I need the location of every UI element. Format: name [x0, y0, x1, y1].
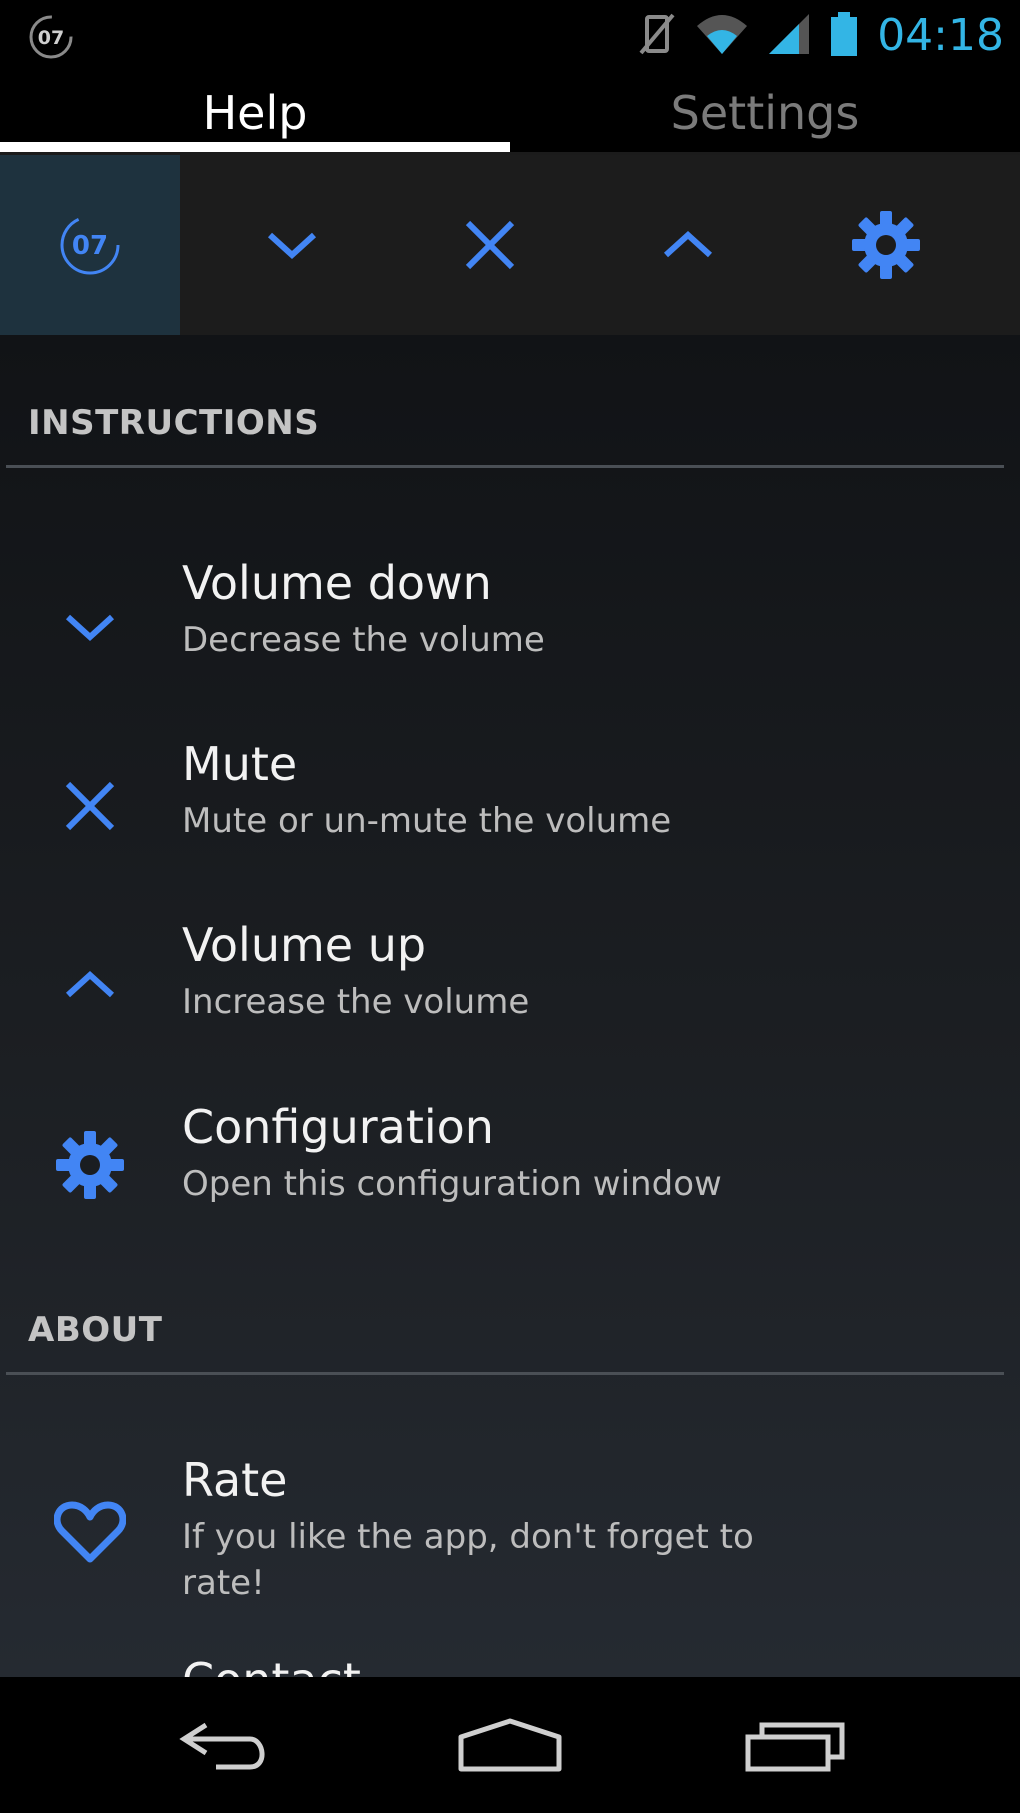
item-title: Mute [182, 737, 298, 791]
section-divider [6, 465, 1004, 468]
item-title: Configuration [182, 1100, 494, 1154]
close-icon [465, 220, 515, 270]
tab-settings[interactable]: Settings [510, 72, 1020, 154]
status-time: 04:18 [877, 10, 1004, 61]
wifi-icon [695, 12, 749, 60]
list-item-volume-up: Volume up Increase the volume [0, 917, 1020, 1057]
notification-badge-value: 07 [38, 27, 64, 49]
volume-down-button[interactable] [202, 155, 382, 335]
list-item-configuration: Configuration Open this configuration wi… [0, 1099, 1020, 1239]
chevron-up-icon [50, 945, 130, 1025]
item-description: Decrease the volume [182, 620, 545, 660]
widget-preview-toolbar: 07 [0, 155, 1020, 335]
status-bar: 07 04:18 [0, 0, 1020, 72]
section-divider [6, 1372, 1004, 1375]
section-header-about: ABOUT [28, 1310, 163, 1350]
vibrate-icon [637, 11, 677, 61]
navigation-bar [0, 1677, 1020, 1813]
list-item-volume-down: Volume down Decrease the volume [0, 555, 1020, 695]
item-title: Contact [182, 1652, 361, 1677]
battery-icon [829, 11, 859, 61]
chevron-down-icon [267, 232, 317, 260]
recent-apps-button[interactable] [696, 1677, 896, 1813]
volume-level-button[interactable]: 07 [0, 155, 180, 335]
item-description: Open this configuration window [182, 1164, 722, 1204]
section-header-instructions: INSTRUCTIONS [28, 403, 320, 443]
list-item-rate[interactable]: Rate If you like the app, don't forget t… [0, 1452, 1020, 1632]
item-description: If you like the app, don't forget to rat… [182, 1517, 754, 1603]
gear-icon [50, 1125, 130, 1205]
item-description: Mute or un-mute the volume [182, 801, 672, 841]
back-button[interactable] [126, 1677, 326, 1813]
item-title: Rate [182, 1453, 288, 1507]
close-icon [50, 766, 130, 846]
mute-button[interactable] [400, 155, 580, 335]
back-icon [179, 1722, 265, 1770]
list-item-contact[interactable]: Contact [0, 1652, 1020, 1677]
item-description: Increase the volume [182, 982, 530, 1022]
notification-badge-icon: 07 [28, 14, 74, 60]
help-content: INSTRUCTIONS Volume down Decrease the vo… [0, 335, 1020, 1677]
status-icons: 04:18 [637, 10, 1004, 62]
gear-icon [852, 211, 920, 279]
home-icon [458, 1718, 562, 1772]
signal-icon [767, 12, 811, 60]
item-title: Volume down [182, 556, 492, 610]
volume-level-value: 07 [72, 231, 108, 261]
settings-button[interactable] [796, 155, 976, 335]
list-item-mute: Mute Mute or un-mute the volume [0, 736, 1020, 876]
item-title: Volume up [182, 918, 427, 972]
home-button[interactable] [410, 1677, 610, 1813]
screen: 07 04:18 Help Settings 07 INSTRUCTIONS V… [0, 0, 1020, 1813]
heart-icon [50, 1492, 130, 1572]
chevron-up-icon [663, 230, 713, 258]
recent-apps-icon [745, 1722, 845, 1772]
volume-up-button[interactable] [598, 155, 778, 335]
volume-level-icon: 07 [60, 215, 120, 275]
chevron-down-icon [50, 587, 130, 667]
